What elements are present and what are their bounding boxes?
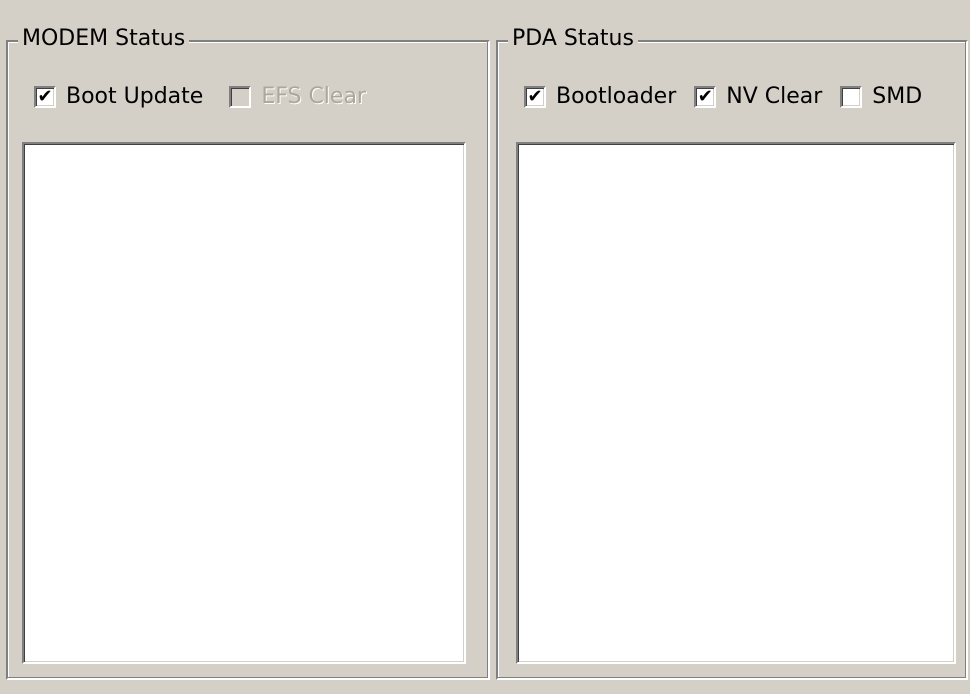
- nv-clear-check-mark-icon[interactable]: ✔: [694, 85, 717, 108]
- nv-clear-label[interactable]: NV Clear: [726, 84, 822, 109]
- boot-update-check-mark-icon[interactable]: ✔: [34, 85, 56, 108]
- boot-update-checkbox[interactable]: ✔ Boot Update: [34, 84, 203, 109]
- nv-clear-checkbox[interactable]: ✔ NV Clear: [694, 84, 822, 109]
- modem-status-log[interactable]: [22, 142, 466, 664]
- pda-status-title: PDA Status: [508, 22, 638, 56]
- pda-options-row: ✔ Bootloader ✔ NV Clear SMD: [524, 84, 948, 109]
- bootloader-label[interactable]: Bootloader: [556, 84, 676, 109]
- smd-check-box-icon[interactable]: [840, 85, 863, 108]
- modem-status-title: MODEM Status: [18, 22, 190, 56]
- modem-status-group: MODEM Status ✔ Boot Update EFS Clear: [6, 22, 490, 680]
- bootloader-checkbox[interactable]: ✔ Bootloader: [524, 84, 676, 109]
- pda-status-group: PDA Status ✔ Bootloader ✔ NV Clear SMD: [496, 22, 968, 680]
- modem-options-row: ✔ Boot Update EFS Clear: [34, 84, 392, 109]
- boot-update-label[interactable]: Boot Update: [66, 84, 203, 109]
- bootloader-check-mark-icon[interactable]: ✔: [524, 85, 546, 108]
- smd-label[interactable]: SMD: [872, 84, 922, 109]
- efs-clear-label: EFS Clear: [261, 84, 366, 109]
- efs-clear-checkbox: EFS Clear: [229, 84, 366, 109]
- efs-clear-check-box-icon: [229, 85, 252, 108]
- smd-checkbox[interactable]: SMD: [840, 84, 922, 109]
- pda-status-log[interactable]: [516, 142, 956, 664]
